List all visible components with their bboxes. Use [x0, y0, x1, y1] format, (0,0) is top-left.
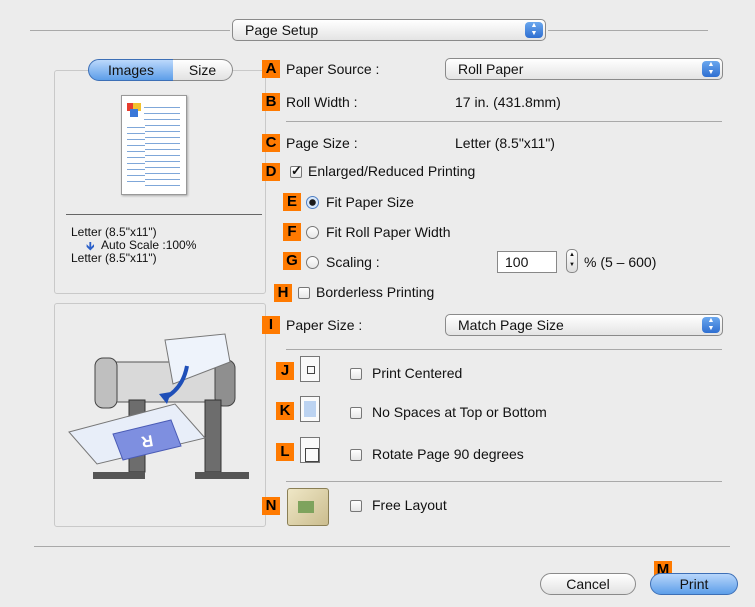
- popup-arrows-icon: ▲ ▼: [525, 22, 543, 38]
- fit-roll-width-label: Fit Roll Paper Width: [326, 224, 451, 240]
- enlarged-reduced-checkbox[interactable]: [290, 163, 302, 179]
- borderless-checkbox[interactable]: [298, 287, 310, 299]
- scaling-stepper[interactable]: ▲ ▼: [566, 249, 578, 273]
- badge-g: G: [283, 252, 301, 270]
- badge-k: K: [276, 402, 294, 420]
- scaling-value: 100: [505, 254, 529, 270]
- badge-j: J: [276, 362, 294, 380]
- enlarged-reduced-label: Enlarged/Reduced Printing: [308, 163, 476, 179]
- free-layout-label: Free Layout: [372, 497, 447, 513]
- preview-auto-scale: Auto Scale :100%: [101, 238, 197, 252]
- tab-size[interactable]: Size: [173, 59, 233, 81]
- fit-roll-width-radio[interactable]: [306, 226, 319, 239]
- cancel-button[interactable]: Cancel: [540, 573, 636, 595]
- popup-arrows-icon: ▲ ▼: [702, 317, 720, 333]
- badge-d: D: [262, 163, 280, 181]
- printer-illustration: R: [68, 333, 249, 479]
- no-spaces-icon: [300, 396, 320, 422]
- fit-paper-size-label: Fit Paper Size: [326, 194, 414, 210]
- print-label: Print: [679, 576, 709, 592]
- badge-a: A: [262, 60, 280, 78]
- popup-arrows-icon: ▲ ▼: [702, 61, 720, 77]
- badge-e: E: [283, 193, 301, 211]
- rotate-checkbox[interactable]: [350, 449, 362, 461]
- tab-images-label: Images: [108, 62, 154, 78]
- badge-f: F: [283, 223, 301, 241]
- free-layout-checkbox[interactable]: [350, 500, 362, 512]
- preview-output-size: Letter (8.5"x11"): [71, 251, 157, 265]
- borderless-label: Borderless Printing: [316, 284, 435, 300]
- print-centered-icon: [300, 356, 320, 382]
- scaling-radio[interactable]: [306, 256, 319, 269]
- preview-source-size: Letter (8.5"x11"): [71, 225, 157, 239]
- scaling-range: % (5 – 600): [584, 254, 657, 270]
- badge-l: L: [276, 443, 294, 461]
- no-spaces-label: No Spaces at Top or Bottom: [372, 404, 547, 420]
- scaling-label: Scaling :: [326, 254, 380, 270]
- tab-size-label: Size: [188, 62, 217, 78]
- tab-images[interactable]: Images: [88, 59, 174, 81]
- badge-n: N: [262, 497, 280, 515]
- thumbnail-image-icon: [127, 103, 141, 117]
- print-centered-label: Print Centered: [372, 365, 463, 381]
- page-setup-label: Page Setup: [245, 22, 319, 38]
- print-centered-checkbox[interactable]: [350, 368, 362, 380]
- page-thumbnail: [121, 95, 187, 195]
- badge-b: B: [262, 93, 280, 111]
- preview-divider: [66, 214, 262, 215]
- paper-size-popup[interactable]: Match Page Size ▲ ▼: [445, 314, 723, 336]
- badge-c: C: [262, 134, 280, 152]
- paper-size-value: Match Page Size: [458, 317, 564, 333]
- rotate-label: Rotate Page 90 degrees: [372, 446, 524, 462]
- page-size-label: Page Size :: [286, 135, 358, 151]
- roll-width-value: 17 in. (431.8mm): [455, 94, 561, 110]
- print-button[interactable]: Print: [650, 573, 738, 595]
- no-spaces-checkbox[interactable]: [350, 407, 362, 419]
- paper-size-label: Paper Size :: [286, 317, 363, 333]
- printer-illustration-panel: R: [54, 303, 266, 527]
- roll-width-label: Roll Width :: [286, 94, 358, 110]
- fit-paper-size-radio[interactable]: [306, 196, 319, 209]
- rotate-icon: [300, 437, 320, 463]
- scaling-input[interactable]: 100: [497, 251, 557, 273]
- paper-source-popup[interactable]: Roll Paper ▲ ▼: [445, 58, 723, 80]
- badge-h: H: [274, 284, 292, 302]
- badge-i: I: [262, 316, 280, 334]
- paper-source-label: Paper Source :: [286, 61, 380, 77]
- page-size-value: Letter (8.5"x11"): [455, 135, 555, 151]
- free-layout-icon: [287, 488, 329, 526]
- paper-source-value: Roll Paper: [458, 61, 524, 77]
- page-setup-popup[interactable]: Page Setup ▲ ▼: [232, 19, 546, 41]
- cancel-label: Cancel: [566, 576, 610, 592]
